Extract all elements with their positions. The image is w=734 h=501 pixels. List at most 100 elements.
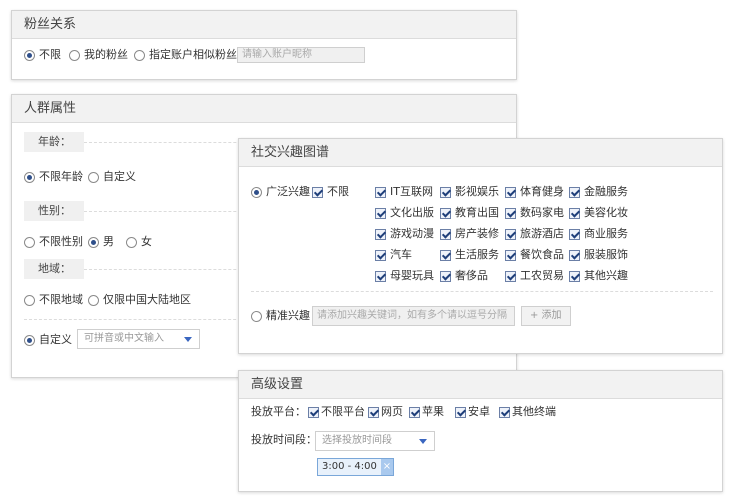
chevron-down-icon: [419, 439, 427, 444]
region-select-placeholder: 可拼音或中文输入: [84, 333, 164, 344]
radio-icon: [251, 186, 262, 198]
checkbox-icon: [499, 406, 510, 418]
platform-web-checkbox[interactable]: 网页: [368, 405, 403, 419]
time-label-text: 投放时间段：: [251, 433, 317, 446]
interest-checkbox[interactable]: 工农贸易: [505, 269, 564, 283]
platform-other-checkbox[interactable]: 其他终端: [499, 405, 556, 419]
interest-label: 金融服务: [584, 185, 628, 198]
interest-label: 数码家电: [520, 206, 564, 219]
checkbox-icon: [375, 270, 386, 282]
interest-label: 文化出版: [390, 206, 434, 219]
interest-label: 工农贸易: [520, 269, 564, 282]
interest-checkbox[interactable]: 金融服务: [569, 185, 628, 199]
radio-icon: [88, 236, 99, 248]
time-select-placeholder: 选择投放时间段: [322, 435, 392, 446]
region-section-label: 地域：: [24, 259, 84, 279]
interest-checkbox[interactable]: 文化出版: [375, 206, 434, 220]
chevron-down-icon: [184, 337, 192, 342]
checkbox-icon: [440, 249, 451, 261]
gender-option-female[interactable]: 女: [126, 235, 152, 249]
checkbox-icon: [308, 406, 319, 418]
interest-label: 房产装修: [455, 227, 499, 240]
checkbox-icon: [375, 249, 386, 261]
interest-unlimited-checkbox[interactable]: 不限: [312, 185, 349, 199]
interest-checkbox[interactable]: 母婴玩具: [375, 269, 434, 283]
interest-checkbox[interactable]: 美容化妆: [569, 206, 628, 220]
interest-checkbox[interactable]: 教育出国: [440, 206, 499, 220]
region-option-mainland[interactable]: 仅限中国大陆地区: [88, 293, 191, 307]
fans-panel-title: 粉丝关系: [12, 11, 516, 39]
interest-checkbox[interactable]: 餐饮食品: [505, 248, 564, 262]
gender-option-male[interactable]: 男: [88, 235, 114, 249]
interest-checkbox[interactable]: IT互联网: [375, 185, 433, 199]
interest-checkbox[interactable]: 影视娱乐: [440, 185, 499, 199]
checkbox-icon: [375, 186, 386, 198]
radio-icon: [24, 236, 35, 248]
region-option-custom[interactable]: 自定义: [24, 333, 72, 347]
interest-checkbox[interactable]: 汽车: [375, 248, 412, 262]
checkbox-icon: [569, 186, 580, 198]
interest-label: 影视娱乐: [455, 185, 499, 198]
platform-android-checkbox[interactable]: 安卓: [455, 405, 490, 419]
interest-label: 游戏动漫: [390, 227, 434, 240]
account-nickname-input[interactable]: 请输入账户昵称: [237, 47, 365, 63]
checkbox-icon: [505, 228, 516, 240]
fans-option-unlimited[interactable]: 不限: [24, 48, 61, 62]
interest-label: 商业服务: [584, 227, 628, 240]
platform-apple-checkbox[interactable]: 苹果: [409, 405, 444, 419]
interest-label: 其他兴趣: [584, 269, 628, 282]
radio-icon: [251, 310, 262, 322]
interest-checkbox[interactable]: 数码家电: [505, 206, 564, 220]
broad-interest-option[interactable]: 广泛兴趣: [251, 185, 310, 199]
advanced-settings-panel: 高级设置 投放平台： 不限平台 网页 苹果 安卓 其他终端 投放时间段： 选择投…: [238, 370, 723, 492]
precise-interest-option[interactable]: 精准兴趣: [251, 309, 310, 323]
interest-checkbox[interactable]: 体育健身: [505, 185, 564, 199]
interest-checkbox[interactable]: 旅游酒店: [505, 227, 564, 241]
interest-checkbox[interactable]: 商业服务: [569, 227, 628, 241]
age-option-unlimited[interactable]: 不限年龄: [24, 170, 83, 184]
checkbox-icon: [505, 270, 516, 282]
checkbox-icon: [569, 207, 580, 219]
radio-icon: [88, 171, 99, 183]
checkbox-icon: [375, 228, 386, 240]
interest-keyword-input[interactable]: 请添加兴趣关键词，如有多个请以逗号分隔: [312, 306, 515, 326]
platform-label: 投放平台：: [251, 405, 306, 419]
interest-label: 生活服务: [455, 248, 499, 261]
fans-option-my-fans[interactable]: 我的粉丝: [69, 48, 128, 62]
close-icon[interactable]: ×: [380, 459, 393, 475]
checkbox-icon: [440, 207, 451, 219]
interest-checkbox[interactable]: 奢侈品: [440, 269, 488, 283]
interest-label: IT互联网: [390, 185, 433, 198]
social-interest-panel: 社交兴趣图谱 广泛兴趣 不限 精准兴趣 请添加兴趣关键词，如有多个请以逗号分隔 …: [238, 138, 723, 354]
interest-label: 母婴玩具: [390, 269, 434, 282]
interest-checkbox[interactable]: 其他兴趣: [569, 269, 628, 283]
checkbox-icon: [569, 228, 580, 240]
platform-unlimited-checkbox[interactable]: 不限平台: [308, 405, 365, 419]
checkbox-icon: [440, 228, 451, 240]
region-select[interactable]: 可拼音或中文输入: [77, 329, 200, 349]
add-interest-button[interactable]: + 添加: [521, 306, 571, 326]
checkbox-icon: [409, 406, 420, 418]
interest-divider: [251, 291, 713, 292]
interest-checkbox[interactable]: 服装服饰: [569, 248, 628, 262]
advanced-panel-title: 高级设置: [239, 371, 722, 399]
crowd-panel-title: 人群属性: [12, 95, 516, 123]
checkbox-icon: [569, 270, 580, 282]
interest-checkbox[interactable]: 生活服务: [440, 248, 499, 262]
age-option-custom[interactable]: 自定义: [88, 170, 136, 184]
checkbox-icon: [505, 207, 516, 219]
region-option-unlimited[interactable]: 不限地域: [24, 293, 83, 307]
interest-label: 体育健身: [520, 185, 564, 198]
interest-checkbox[interactable]: 游戏动漫: [375, 227, 434, 241]
interest-label: 服装服饰: [584, 248, 628, 261]
gender-option-unlimited[interactable]: 不限性别: [24, 235, 83, 249]
interest-label: 餐饮食品: [520, 248, 564, 261]
checkbox-icon: [440, 186, 451, 198]
fans-option-similar-fans[interactable]: 指定账户相似粉丝: [134, 48, 237, 62]
fans-relationship-panel: 粉丝关系 不限 我的粉丝 指定账户相似粉丝 请输入账户昵称: [11, 10, 517, 80]
platform-label-text: 投放平台：: [251, 405, 306, 418]
time-period-select[interactable]: 选择投放时间段: [315, 431, 435, 451]
radio-icon: [126, 236, 137, 248]
interest-checkbox[interactable]: 房产装修: [440, 227, 499, 241]
checkbox-icon: [312, 186, 323, 198]
